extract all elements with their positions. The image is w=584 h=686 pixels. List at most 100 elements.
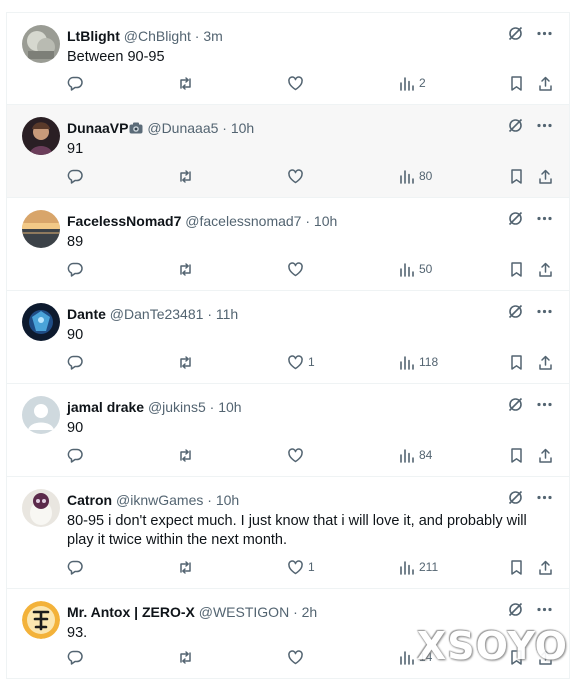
display-name[interactable]: Catron bbox=[67, 492, 112, 508]
user-handle[interactable]: @Dunaaa5 bbox=[147, 120, 218, 136]
repost-button[interactable] bbox=[177, 354, 194, 371]
avatar[interactable] bbox=[22, 210, 60, 248]
share-button[interactable] bbox=[537, 261, 554, 278]
avatar[interactable] bbox=[22, 601, 60, 639]
timestamp[interactable]: 3m bbox=[203, 28, 222, 44]
user-handle[interactable]: @facelessnomad7 bbox=[185, 213, 301, 229]
like-button[interactable] bbox=[287, 75, 308, 92]
timestamp[interactable]: 10h bbox=[231, 120, 254, 136]
reply-tweet[interactable]: Catron @iknwGames · 10h 80-95 i don't ex… bbox=[7, 477, 569, 589]
avatar[interactable] bbox=[22, 117, 60, 155]
tweet-text: 90 bbox=[67, 327, 84, 343]
like-count: 1 bbox=[308, 560, 315, 574]
action-bar: 1 118 bbox=[67, 354, 553, 374]
repost-button[interactable] bbox=[177, 75, 194, 92]
reply-button[interactable] bbox=[67, 447, 84, 464]
more-options-icon[interactable] bbox=[536, 25, 553, 42]
display-name[interactable]: FacelessNomad7 bbox=[67, 213, 181, 229]
bookmark-button[interactable] bbox=[508, 559, 525, 576]
views-button[interactable]: 84 bbox=[398, 447, 432, 464]
share-button[interactable] bbox=[537, 75, 554, 92]
tweet-header: FacelessNomad7 @facelessnomad7 · 10h bbox=[67, 212, 337, 230]
timestamp[interactable]: 11h bbox=[216, 306, 238, 322]
bookmark-button[interactable] bbox=[508, 354, 525, 371]
views-button[interactable]: 2 bbox=[398, 75, 426, 92]
repost-button[interactable] bbox=[177, 559, 194, 576]
like-button[interactable]: 1 bbox=[287, 354, 315, 371]
bookmark-button[interactable] bbox=[508, 75, 525, 92]
separator: · bbox=[222, 120, 227, 136]
user-handle[interactable]: @iknwGames bbox=[116, 492, 203, 508]
watermark: XSOYO bbox=[416, 624, 568, 668]
share-button[interactable] bbox=[537, 447, 554, 464]
views-button[interactable]: 211 bbox=[398, 559, 438, 576]
more-options-icon[interactable] bbox=[536, 396, 553, 413]
views-button[interactable]: 80 bbox=[398, 168, 432, 185]
tweet-header: Catron @iknwGames · 10h bbox=[67, 491, 239, 509]
repost-button[interactable] bbox=[177, 649, 194, 666]
reply-button[interactable] bbox=[67, 261, 84, 278]
more-options-icon[interactable] bbox=[536, 601, 553, 618]
display-name[interactable]: Dante bbox=[67, 306, 106, 322]
reply-tweet[interactable]: Dante @DanTe23481 · 11h 90 1 118 bbox=[7, 291, 569, 384]
reply-tweet[interactable]: jamal drake @jukins5 · 10h 90 84 bbox=[7, 384, 569, 477]
display-name[interactable]: jamal drake bbox=[67, 399, 144, 415]
action-bar: 84 bbox=[67, 447, 553, 467]
more-options-icon[interactable] bbox=[536, 303, 553, 320]
repost-button[interactable] bbox=[177, 261, 194, 278]
reply-button[interactable] bbox=[67, 559, 84, 576]
views-button[interactable]: 50 bbox=[398, 261, 432, 278]
user-handle[interactable]: @ChBlight bbox=[124, 28, 191, 44]
timestamp[interactable]: 10h bbox=[216, 492, 239, 508]
grok-icon[interactable] bbox=[507, 303, 524, 320]
reply-button[interactable] bbox=[67, 354, 84, 371]
avatar[interactable] bbox=[22, 396, 60, 434]
like-button[interactable] bbox=[287, 649, 308, 666]
repost-button[interactable] bbox=[177, 447, 194, 464]
timestamp[interactable]: 10h bbox=[314, 213, 337, 229]
like-button[interactable] bbox=[287, 447, 308, 464]
grok-icon[interactable] bbox=[507, 210, 524, 227]
more-options-icon[interactable] bbox=[536, 489, 553, 506]
reply-button[interactable] bbox=[67, 649, 84, 666]
user-handle[interactable]: @DanTe23481 bbox=[110, 306, 204, 322]
share-button[interactable] bbox=[537, 559, 554, 576]
like-button[interactable] bbox=[287, 261, 308, 278]
grok-icon[interactable] bbox=[507, 489, 524, 506]
display-name[interactable]: Mr. Antox | ZERO-X bbox=[67, 604, 195, 620]
reply-tweet[interactable]: FacelessNomad7 @facelessnomad7 · 10h 89 … bbox=[7, 198, 569, 291]
avatar[interactable] bbox=[22, 489, 60, 527]
separator: · bbox=[194, 28, 200, 44]
reply-tweet[interactable]: LtBlight @ChBlight · 3m Between 90-95 2 bbox=[7, 13, 569, 105]
like-button[interactable]: 1 bbox=[287, 559, 315, 576]
avatar[interactable] bbox=[22, 25, 60, 63]
share-button[interactable] bbox=[537, 168, 554, 185]
views-button[interactable]: 118 bbox=[398, 354, 438, 371]
view-count: 118 bbox=[419, 355, 439, 369]
bookmark-button[interactable] bbox=[508, 447, 525, 464]
reply-button[interactable] bbox=[67, 168, 84, 185]
tweet-header: jamal drake @jukins5 · 10h bbox=[67, 398, 242, 416]
display-name[interactable]: LtBlight bbox=[67, 28, 120, 44]
timestamp[interactable]: 2h bbox=[302, 604, 318, 620]
like-button[interactable] bbox=[287, 168, 308, 185]
more-options-icon[interactable] bbox=[536, 210, 553, 227]
reply-button[interactable] bbox=[67, 75, 84, 92]
user-handle[interactable]: @WESTIGON bbox=[199, 604, 289, 620]
share-button[interactable] bbox=[537, 354, 554, 371]
bookmark-button[interactable] bbox=[508, 168, 525, 185]
grok-icon[interactable] bbox=[507, 25, 524, 42]
reply-tweet[interactable]: DunaaVP @Dunaaa5 · 10h 91 80 bbox=[7, 105, 569, 198]
user-handle[interactable]: @jukins5 bbox=[148, 399, 206, 415]
avatar[interactable] bbox=[22, 303, 60, 341]
timestamp[interactable]: 10h bbox=[218, 399, 241, 415]
bookmark-button[interactable] bbox=[508, 261, 525, 278]
repost-button[interactable] bbox=[177, 168, 194, 185]
grok-icon[interactable] bbox=[507, 396, 524, 413]
separator: · bbox=[305, 213, 311, 229]
grok-icon[interactable] bbox=[507, 601, 524, 618]
view-count: 211 bbox=[419, 560, 439, 574]
more-options-icon[interactable] bbox=[536, 117, 553, 134]
display-name[interactable]: DunaaVP bbox=[67, 120, 128, 136]
grok-icon[interactable] bbox=[507, 117, 524, 134]
